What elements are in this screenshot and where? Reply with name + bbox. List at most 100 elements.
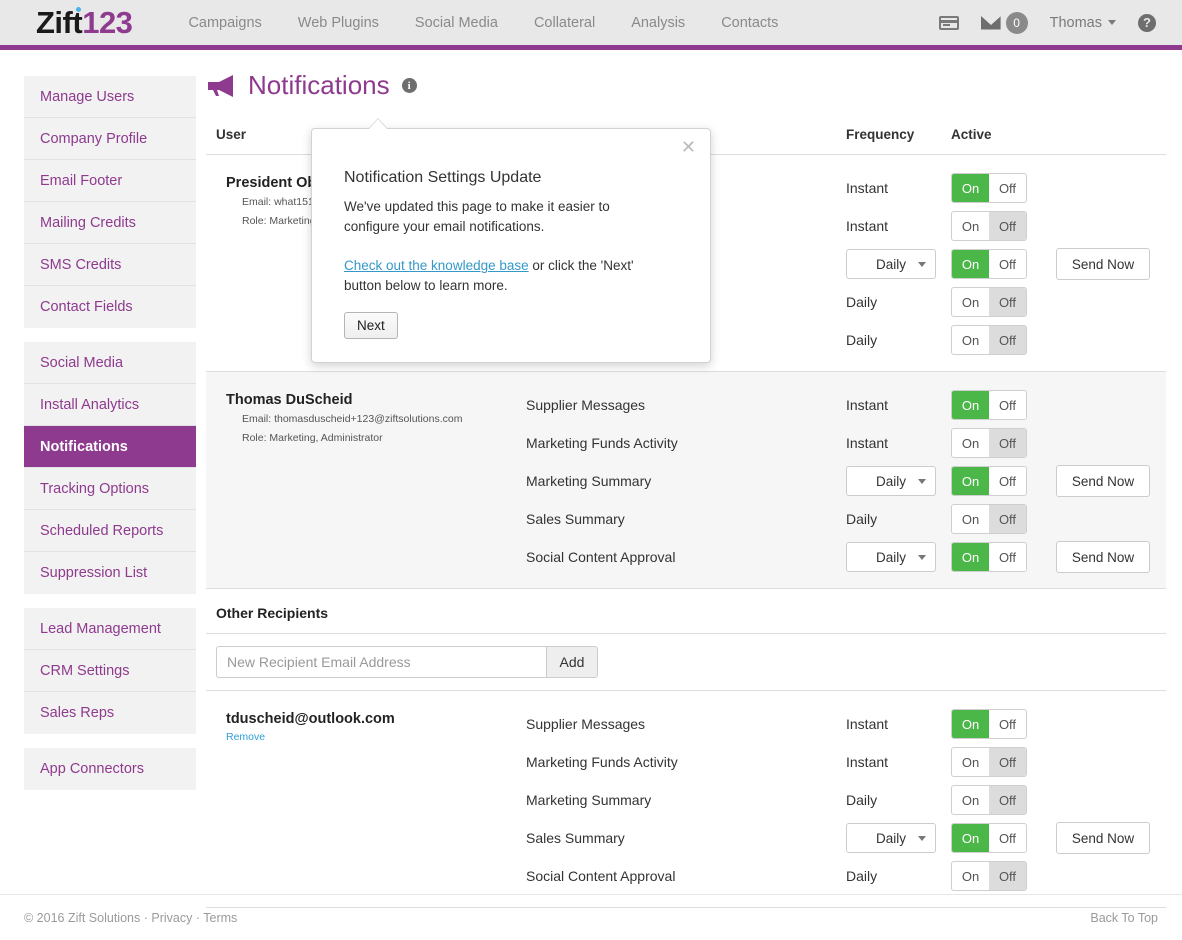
new-recipient-email-input[interactable] (216, 646, 546, 678)
help-icon[interactable]: ? (1138, 13, 1156, 32)
frequency-select[interactable]: Daily (846, 466, 936, 496)
copyright-text: © 2016 Zift Solutions (24, 910, 141, 925)
knowledge-base-link[interactable]: Check out the knowledge base (344, 258, 529, 273)
notification-type: Sales Summary (526, 511, 625, 527)
privacy-link[interactable]: Privacy (151, 911, 192, 925)
sidebar-item-crm-settings[interactable]: CRM Settings (24, 650, 196, 692)
toggle-off-option[interactable]: Off (989, 429, 1026, 457)
sidebar-item-app-connectors[interactable]: App Connectors (24, 748, 196, 790)
active-toggle[interactable]: On Off (951, 390, 1027, 420)
active-toggle[interactable]: On Off (951, 287, 1027, 317)
active-toggle[interactable]: On Off (951, 249, 1027, 279)
nav-item-social-media[interactable]: Social Media (397, 15, 516, 31)
terms-link[interactable]: Terms (203, 911, 237, 925)
toggle-off-option[interactable]: Off (989, 212, 1026, 240)
sidebar-group-2: Social Media Install Analytics Notificat… (24, 342, 196, 594)
send-now-button[interactable]: Send Now (1056, 248, 1150, 280)
toggle-on-option[interactable]: On (952, 862, 989, 890)
toggle-on-option[interactable]: On (952, 467, 989, 495)
frequency-value: Instant (846, 716, 889, 732)
logo-dot-icon (76, 6, 81, 12)
toggle-on-option[interactable]: On (952, 505, 989, 533)
toggle-off-option[interactable]: Off (989, 786, 1026, 814)
next-button[interactable]: Next (344, 312, 398, 340)
back-to-top-link[interactable]: Back To Top (1090, 911, 1158, 925)
active-toggle[interactable]: On Off (951, 466, 1027, 496)
toggle-off-option[interactable]: Off (989, 710, 1026, 738)
active-toggle[interactable]: On Off (951, 823, 1027, 853)
credit-card-icon[interactable] (938, 15, 959, 30)
active-toggle[interactable]: On Off (951, 861, 1027, 891)
toggle-on-option[interactable]: On (952, 250, 989, 278)
active-toggle[interactable]: On Off (951, 785, 1027, 815)
sidebar-item-suppression-list[interactable]: Suppression List (24, 552, 196, 594)
frequency-select[interactable]: Daily (846, 249, 936, 279)
sidebar-item-email-footer[interactable]: Email Footer (24, 160, 196, 202)
sidebar-item-social-media[interactable]: Social Media (24, 342, 196, 384)
close-icon[interactable]: ✕ (681, 138, 696, 156)
sidebar-item-contact-fields[interactable]: Contact Fields (24, 286, 196, 328)
nav-item-campaigns[interactable]: Campaigns (170, 15, 279, 31)
active-toggle[interactable]: On Off (951, 325, 1027, 355)
active-toggle[interactable]: On Off (951, 542, 1027, 572)
active-toggle[interactable]: On Off (951, 747, 1027, 777)
popover-body: Notification Settings Update We've updat… (312, 129, 710, 340)
nav-item-analysis[interactable]: Analysis (613, 15, 703, 31)
toggle-off-option[interactable]: Off (989, 748, 1026, 776)
toggle-on-option[interactable]: On (952, 786, 989, 814)
sidebar-item-company-profile[interactable]: Company Profile (24, 118, 196, 160)
user-cell: Thomas DuScheid Email: thomasduscheid+12… (206, 386, 526, 576)
toggle-off-option[interactable]: Off (989, 391, 1026, 419)
toggle-off-option[interactable]: Off (989, 250, 1026, 278)
toggle-on-option[interactable]: On (952, 212, 989, 240)
sidebar-item-sales-reps[interactable]: Sales Reps (24, 692, 196, 734)
toggle-off-option[interactable]: Off (989, 467, 1026, 495)
toggle-on-option[interactable]: On (952, 391, 989, 419)
info-icon[interactable]: i (401, 78, 417, 93)
toggle-on-option[interactable]: On (952, 543, 989, 571)
active-toggle[interactable]: On Off (951, 709, 1027, 739)
toggle-off-option[interactable]: Off (989, 288, 1026, 316)
nav-item-collateral[interactable]: Collateral (516, 15, 613, 31)
toggle-on-option[interactable]: On (952, 710, 989, 738)
toggle-on-option[interactable]: On (952, 429, 989, 457)
active-toggle[interactable]: On Off (951, 428, 1027, 458)
notification-row: Marketing Funds Activity Instant On Off (526, 424, 1166, 462)
sidebar-item-scheduled-reports[interactable]: Scheduled Reports (24, 510, 196, 552)
sidebar-item-sms-credits[interactable]: SMS Credits (24, 244, 196, 286)
sidebar-item-notifications[interactable]: Notifications (24, 426, 196, 468)
toggle-on-option[interactable]: On (952, 326, 989, 354)
toggle-on-option[interactable]: On (952, 288, 989, 316)
active-toggle[interactable]: On Off (951, 504, 1027, 534)
toggle-on-option[interactable]: On (952, 748, 989, 776)
toggle-off-option[interactable]: Off (989, 326, 1026, 354)
active-toggle[interactable]: On Off (951, 173, 1027, 203)
messages-button[interactable]: 0 (980, 11, 1028, 34)
nav-item-web-plugins[interactable]: Web Plugins (280, 15, 397, 31)
active-toggle[interactable]: On Off (951, 211, 1027, 241)
remove-recipient-link[interactable]: Remove (216, 731, 265, 743)
sidebar-item-lead-management[interactable]: Lead Management (24, 608, 196, 650)
send-now-button[interactable]: Send Now (1056, 465, 1150, 497)
toggle-off-option[interactable]: Off (989, 543, 1026, 571)
nav-item-contacts[interactable]: Contacts (703, 15, 796, 31)
sidebar-item-install-analytics[interactable]: Install Analytics (24, 384, 196, 426)
frequency-select[interactable]: Daily (846, 823, 936, 853)
toggle-off-option[interactable]: Off (989, 824, 1026, 852)
notification-type: Marketing Funds Activity (526, 754, 678, 770)
brand-logo[interactable]: Zift 123 (36, 5, 133, 41)
toggle-off-option[interactable]: Off (989, 174, 1026, 202)
toggle-on-option[interactable]: On (952, 824, 989, 852)
sidebar-item-tracking-options[interactable]: Tracking Options (24, 468, 196, 510)
sidebar-item-mailing-credits[interactable]: Mailing Credits (24, 202, 196, 244)
add-recipient-button[interactable]: Add (546, 646, 598, 678)
send-now-button[interactable]: Send Now (1056, 822, 1150, 854)
send-now-button[interactable]: Send Now (1056, 541, 1150, 573)
frequency-select[interactable]: Daily (846, 542, 936, 572)
chevron-down-icon (1108, 20, 1116, 25)
toggle-on-option[interactable]: On (952, 174, 989, 202)
toggle-off-option[interactable]: Off (989, 862, 1026, 890)
toggle-off-option[interactable]: Off (989, 505, 1026, 533)
user-menu[interactable]: Thomas (1050, 15, 1116, 31)
sidebar-item-manage-users[interactable]: Manage Users (24, 76, 196, 118)
